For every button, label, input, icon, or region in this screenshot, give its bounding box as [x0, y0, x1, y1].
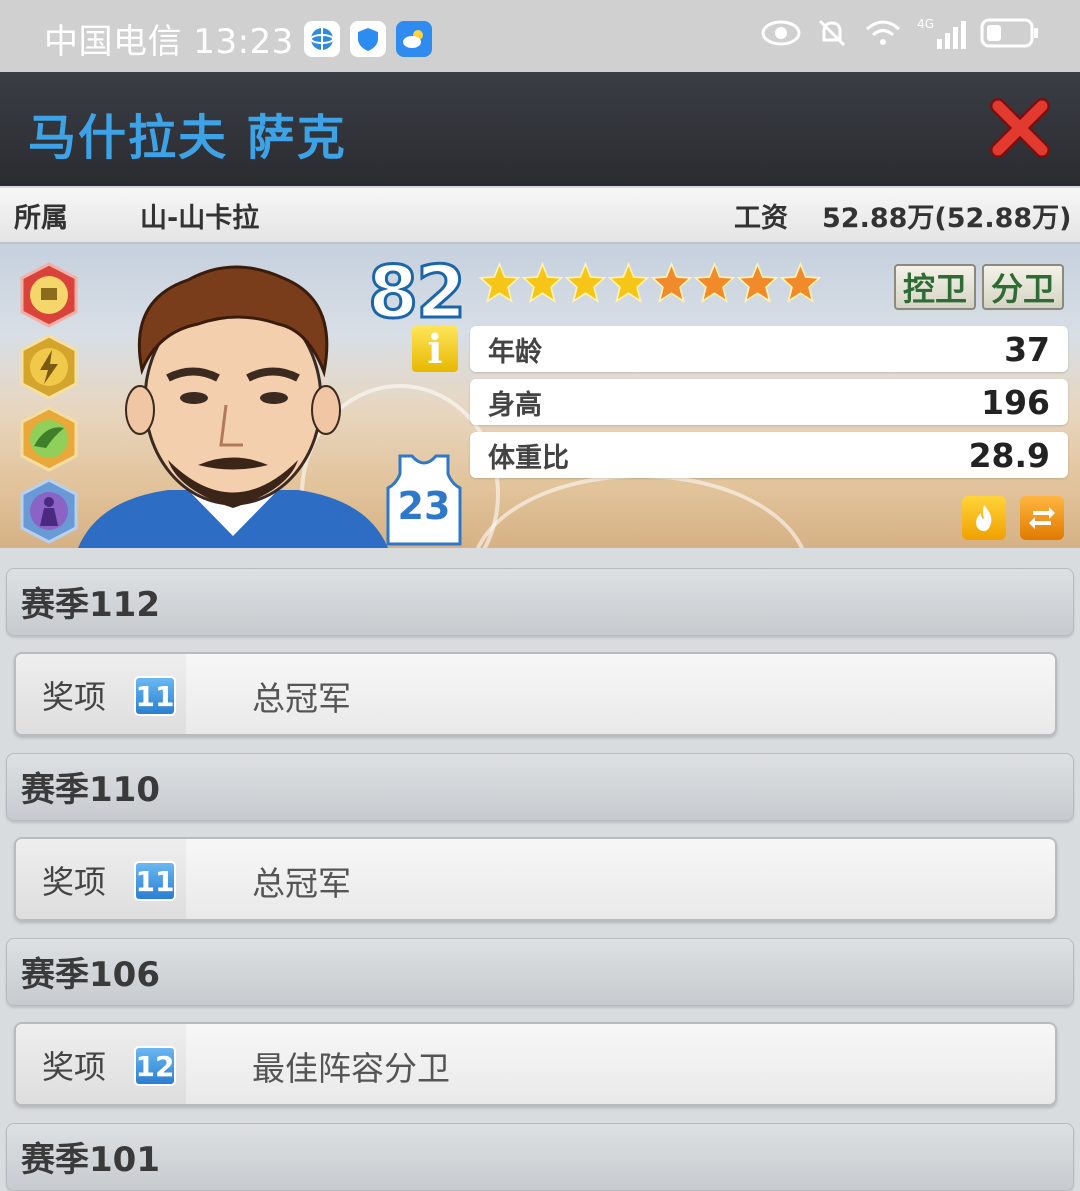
- award-count-badge: 11: [134, 861, 176, 901]
- battery-icon: [980, 18, 1038, 48]
- stat-height: 身高 196: [470, 379, 1068, 425]
- award-row[interactable]: 奖项 12 最佳阵容分卫: [14, 1022, 1057, 1106]
- stat-label: 身高: [488, 389, 542, 421]
- shield-app-icon: [349, 20, 386, 57]
- position-tag-sg: 分卫: [982, 264, 1064, 310]
- award-label: 奖项: [42, 678, 107, 716]
- season-header[interactable]: 赛季101: [6, 1123, 1074, 1191]
- season-title: 赛季101: [21, 1140, 160, 1180]
- gold-star-icon: [607, 261, 650, 303]
- status-bar: 中国电信 13:23 4G: [0, 0, 1080, 72]
- award-row[interactable]: 奖项 11 总冠军: [14, 837, 1057, 921]
- network-label: 4G: [917, 17, 934, 31]
- signal-4g-icon: 4G: [917, 17, 966, 49]
- orange-star-icon: [779, 261, 822, 303]
- carrier-time: 中国电信 13:23: [44, 22, 294, 62]
- award-count-badge: 12: [134, 1046, 176, 1086]
- award-name: 总冠军: [252, 679, 351, 718]
- orange-star-icon: [736, 261, 779, 303]
- award-label: 奖项: [42, 1048, 107, 1086]
- gold-star-icon: [521, 261, 564, 303]
- bell-muted-icon: [819, 19, 846, 47]
- position-tag-pg: 控卫: [894, 264, 976, 310]
- lightning-badge-icon: [20, 334, 78, 400]
- swap-icon[interactable]: [1020, 496, 1064, 540]
- season-title: 赛季110: [21, 770, 160, 810]
- info-icon[interactable]: i: [412, 326, 458, 373]
- gold-star-icon: [478, 261, 521, 303]
- award-row[interactable]: 奖项 11 总冠军: [14, 652, 1057, 736]
- season-header[interactable]: 赛季112: [6, 568, 1074, 636]
- jersey-icon: 23: [386, 454, 462, 546]
- player-rating: 82: [366, 249, 467, 336]
- browser-app-icon: [303, 20, 340, 57]
- stat-weight-ratio: 体重比 28.9: [470, 432, 1068, 478]
- orange-star-icon: [693, 261, 736, 303]
- award-name: 最佳阵容分卫: [252, 1049, 450, 1088]
- team-label: 所属: [14, 202, 68, 234]
- stat-label: 体重比: [488, 442, 569, 474]
- stat-value: 196: [981, 382, 1050, 422]
- stat-label: 年龄: [488, 336, 542, 368]
- weather-app-icon: [395, 20, 432, 57]
- court-line: [470, 474, 810, 548]
- award-count-badge: 11: [134, 676, 176, 716]
- player-name-title: 马什拉夫 萨克: [28, 110, 347, 166]
- player-silhouette-badge-icon: [20, 478, 78, 544]
- team-salary-bar: 所属 山-山卡拉 工资 52.88万(52.88万): [0, 188, 1080, 244]
- season-title: 赛季112: [21, 585, 160, 625]
- award-label: 奖项: [42, 863, 107, 901]
- gold-star-icon: [564, 261, 607, 303]
- season-title: 赛季106: [21, 955, 160, 995]
- fire-icon[interactable]: [962, 496, 1006, 540]
- wifi-icon: [866, 20, 901, 45]
- title-bar: 马什拉夫 萨克: [0, 72, 1080, 186]
- salary-value: 52.88万(52.88万): [822, 202, 1072, 234]
- jersey-number: 23: [397, 484, 451, 528]
- trophy-badge-icon: [20, 262, 78, 328]
- wing-badge-icon: [20, 406, 78, 472]
- award-name: 总冠军: [252, 864, 351, 903]
- close-icon[interactable]: [990, 98, 1050, 158]
- season-header[interactable]: 赛季106: [6, 938, 1074, 1006]
- eye-icon: [761, 20, 801, 46]
- season-header[interactable]: 赛季110: [6, 753, 1074, 821]
- player-avatar: [78, 265, 388, 548]
- salary-label: 工资: [734, 202, 788, 234]
- player-card: 82 控卫 分卫 i 年龄 37 身高 196 体重比 28.9 23: [0, 244, 1080, 548]
- stat-value: 28.9: [968, 435, 1050, 475]
- stat-age: 年龄 37: [470, 326, 1068, 372]
- star-rating: [478, 254, 822, 312]
- orange-star-icon: [650, 261, 693, 303]
- stat-value: 37: [1004, 329, 1050, 369]
- team-value[interactable]: 山-山卡拉: [140, 196, 259, 235]
